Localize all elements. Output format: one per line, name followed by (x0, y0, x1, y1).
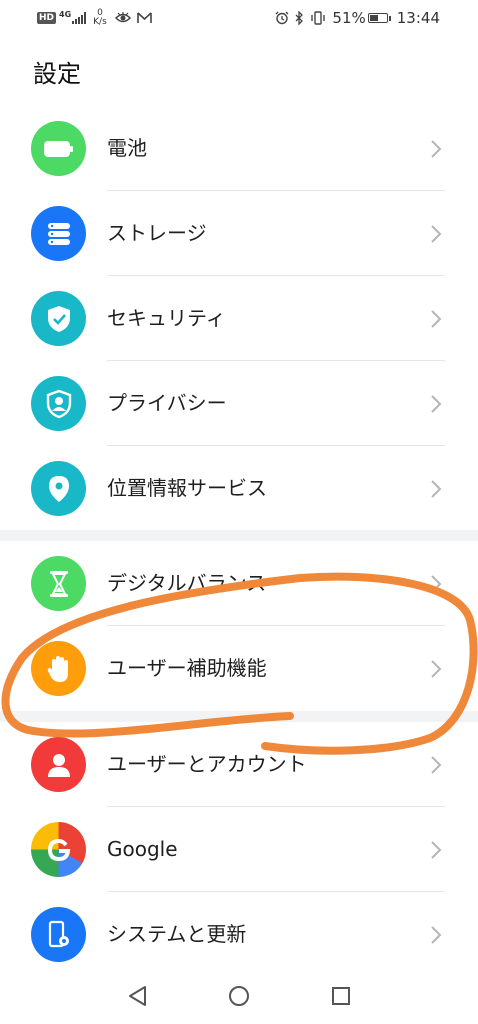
chevron-right-icon (431, 575, 442, 593)
shield-check-icon (31, 291, 86, 346)
gmail-icon (136, 12, 152, 24)
settings-item-label: デジタルバランス (107, 571, 267, 595)
location-pin-icon (31, 461, 86, 516)
network-speed-unit: K/s (93, 17, 107, 27)
network-speed: 0 K/s (93, 9, 107, 27)
bluetooth-icon (295, 11, 304, 25)
settings-item-location[interactable]: 位置情報サービス (0, 446, 478, 531)
alarm-icon (275, 11, 289, 25)
vibrate-icon (310, 11, 326, 25)
chevron-right-icon (431, 480, 442, 498)
settings-item-label: ストレージ (107, 221, 207, 245)
home-icon[interactable] (227, 984, 251, 1008)
settings-item-label: セキュリティ (107, 306, 226, 330)
settings-item-label: 位置情報サービス (107, 476, 267, 500)
back-icon[interactable] (126, 984, 150, 1008)
chevron-right-icon (431, 756, 442, 774)
settings-item-label: Google (107, 837, 178, 861)
chevron-right-icon (431, 310, 442, 328)
section-separator (0, 530, 478, 541)
eye-icon (114, 12, 131, 24)
settings-item-label: システムと更新 (107, 922, 247, 946)
settings-item-digital-balance[interactable]: デジタルバランス (0, 541, 478, 626)
settings-item-label: ユーザー補助機能 (107, 656, 267, 680)
chevron-right-icon (431, 660, 442, 678)
network-type: 4G (59, 9, 72, 19)
settings-item-accessibility[interactable]: ユーザー補助機能 (0, 626, 478, 711)
settings-item-label: 電池 (107, 136, 147, 160)
settings-item-system-update[interactable]: システムと更新 (0, 892, 478, 977)
system-update-icon (31, 907, 86, 962)
battery-percent: 51% (332, 9, 366, 27)
settings-item-security[interactable]: セキュリティ (0, 276, 478, 361)
section-separator (0, 711, 478, 722)
chevron-right-icon (431, 926, 442, 944)
status-bar: HD 4G 0 K/s 51% 13:44 (0, 0, 478, 36)
chevron-right-icon (431, 395, 442, 413)
page-title: 設定 (33, 60, 81, 88)
signal-icon (72, 12, 87, 24)
settings-item-battery[interactable]: 電池 (0, 106, 478, 191)
settings-item-google[interactable]: Google (0, 807, 478, 892)
chevron-right-icon (431, 841, 442, 859)
chevron-right-icon (431, 225, 442, 243)
settings-item-storage[interactable]: ストレージ (0, 191, 478, 276)
clock: 13:44 (396, 9, 440, 27)
settings-item-label: ユーザーとアカウント (107, 752, 307, 776)
privacy-icon (31, 376, 86, 431)
hand-icon (31, 641, 86, 696)
storage-icon (31, 206, 86, 261)
recents-icon[interactable] (329, 984, 353, 1008)
settings-item-users-accounts[interactable]: ユーザーとアカウント (0, 722, 478, 807)
user-icon (31, 737, 86, 792)
battery-status-icon (367, 13, 391, 23)
settings-item-privacy[interactable]: プライバシー (0, 361, 478, 446)
navigation-bar (0, 968, 478, 1024)
google-icon (31, 822, 86, 877)
hourglass-icon (31, 556, 86, 611)
settings-item-label: プライバシー (107, 391, 227, 415)
battery-icon (31, 121, 86, 176)
settings-screen: HD 4G 0 K/s 51% 13:44 設定 電池 ストレージ セキュリティ… (0, 0, 478, 1024)
status-bar-right: 51% 13:44 (275, 8, 440, 28)
status-bar-left: HD 4G 0 K/s (37, 8, 158, 28)
hd-badge: HD (37, 12, 57, 24)
chevron-right-icon (431, 140, 442, 158)
